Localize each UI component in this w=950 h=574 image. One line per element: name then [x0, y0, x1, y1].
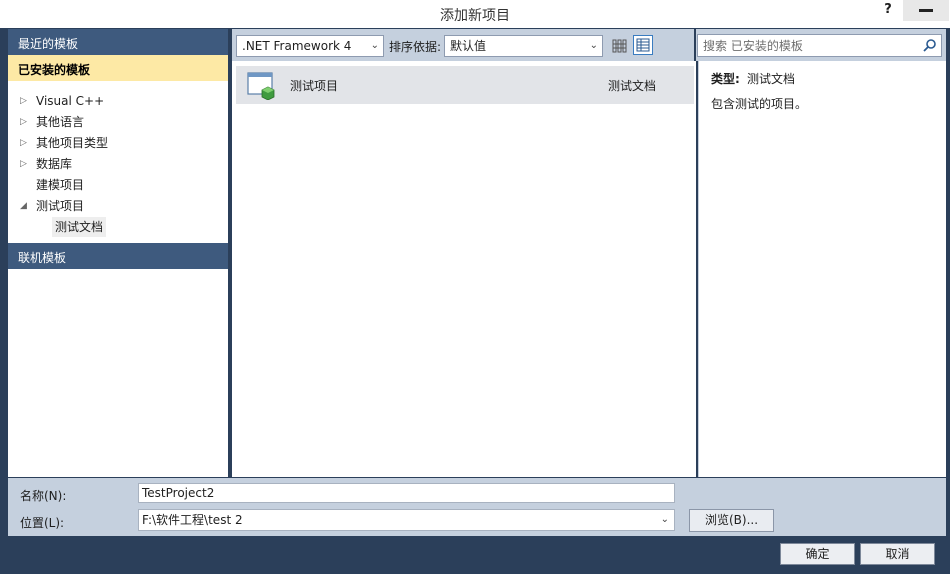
collapse-arrow-icon[interactable]: ◢ — [20, 196, 32, 216]
sort-select[interactable]: 默认值 ⌄ — [444, 35, 603, 57]
sort-value: 默认值 — [450, 39, 487, 53]
tree-item-test-documents[interactable]: 测试文档 — [52, 217, 106, 237]
small-icons-view-button[interactable] — [610, 36, 630, 56]
expand-arrow-icon[interactable]: ▷ — [20, 112, 32, 132]
recent-templates-header[interactable]: 最近的模板 — [8, 29, 228, 55]
type-value: 测试文档 — [747, 72, 796, 86]
tree-item-other-project-types[interactable]: ▷ 其他项目类型 — [8, 133, 228, 153]
title-bar: 添加新项目 ? — [0, 0, 950, 28]
tree-item-label: 数据库 — [36, 157, 73, 171]
expand-arrow-icon[interactable]: ▷ — [20, 133, 32, 153]
tree-item-modeling-projects[interactable]: 建模项目 — [8, 175, 228, 195]
location-field[interactable]: F:\软件工程\test 2 ⌄ — [138, 509, 675, 531]
installed-templates-header[interactable]: 已安装的模板 — [8, 55, 228, 81]
template-toolbar: .NET Framework 4 ⌄ 排序依据: 默认值 ⌄ — [232, 29, 694, 61]
tree-item-label: 其他项目类型 — [36, 136, 109, 150]
framework-value: .NET Framework 4 — [242, 39, 352, 53]
help-button[interactable]: ? — [874, 2, 902, 20]
template-sidebar: 最近的模板 已安装的模板 ▷ Visual C++ ▷ 其他语言 ▷ 其他项目类… — [8, 29, 228, 477]
chevron-down-icon: ⌄ — [589, 40, 598, 51]
search-box[interactable] — [697, 34, 942, 57]
tree-item-other-languages[interactable]: ▷ 其他语言 — [8, 112, 228, 132]
tree-item-label: 其他语言 — [36, 115, 85, 129]
grid-view-icon — [612, 39, 627, 53]
close-icon — [919, 9, 933, 12]
cancel-button[interactable]: 取消 — [860, 543, 935, 565]
chevron-down-icon: ⌄ — [370, 40, 379, 51]
template-list: 测试项目 测试文档 — [232, 61, 696, 477]
dialog-body: 最近的模板 已安装的模板 ▷ Visual C++ ▷ 其他语言 ▷ 其他项目类… — [0, 28, 950, 574]
close-button[interactable] — [903, 0, 949, 21]
expand-arrow-icon[interactable]: ▷ — [20, 154, 32, 174]
chevron-down-icon[interactable]: ⌄ — [661, 510, 669, 530]
list-view-icon — [636, 38, 650, 52]
sort-label: 排序依据: — [389, 40, 442, 54]
search-panel — [696, 29, 946, 61]
tree-item-test-projects[interactable]: ◢ 测试项目 — [8, 196, 228, 216]
tree-item-label: 测试项目 — [36, 199, 85, 213]
location-value: F:\软件工程\test 2 — [142, 513, 243, 527]
dialog-title: 添加新项目 — [440, 8, 510, 24]
type-label: 类型: — [711, 72, 740, 86]
template-name: 测试项目 — [290, 79, 339, 93]
online-templates-header[interactable]: 联机模板 — [8, 243, 228, 269]
expand-arrow-icon — [20, 175, 32, 195]
template-category: 测试文档 — [608, 79, 657, 93]
test-document-icon — [247, 72, 275, 100]
tree-item-database[interactable]: ▷ 数据库 — [8, 154, 228, 174]
name-label: 名称(N): — [20, 489, 67, 503]
template-description: 包含测试的项目。 — [711, 97, 808, 111]
name-field[interactable]: TestProject2 — [138, 483, 675, 503]
tree-item-label: Visual C++ — [36, 94, 105, 108]
expand-arrow-icon[interactable]: ▷ — [20, 91, 32, 111]
search-icon[interactable] — [922, 38, 937, 53]
tree-item-visual-cpp[interactable]: ▷ Visual C++ — [8, 91, 228, 111]
details-panel: 类型: 测试文档 包含测试的项目。 — [698, 61, 946, 477]
location-label: 位置(L): — [20, 516, 65, 530]
framework-select[interactable]: .NET Framework 4 ⌄ — [236, 35, 384, 57]
ok-button[interactable]: 确定 — [780, 543, 855, 565]
browse-button[interactable]: 浏览(B)... — [689, 509, 774, 532]
template-item[interactable]: 测试项目 测试文档 — [236, 66, 694, 104]
medium-icons-view-button[interactable] — [633, 35, 653, 55]
project-form: 名称(N): TestProject2 位置(L): F:\软件工程\test … — [8, 478, 946, 536]
search-input[interactable] — [698, 35, 913, 56]
tree-item-label: 建模项目 — [36, 178, 85, 192]
